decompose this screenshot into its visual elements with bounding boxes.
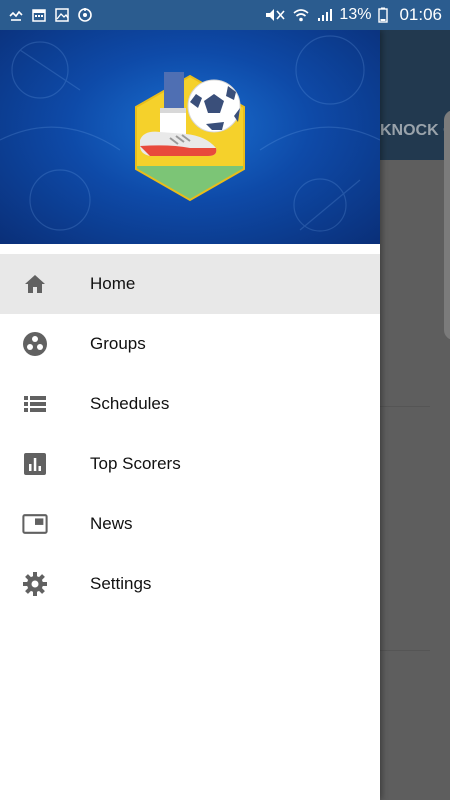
navigation-drawer: Home Groups Schedules Top Scorers News S… bbox=[0, 30, 380, 800]
system-icons: 13% 01:06 bbox=[264, 5, 442, 25]
battery-icon bbox=[378, 7, 389, 23]
calendar-icon bbox=[32, 9, 46, 22]
menu-label-schedules: Schedules bbox=[90, 394, 170, 413]
menu-label-top-scorers: Top Scorers bbox=[90, 454, 181, 473]
menu-item-groups[interactable]: Groups bbox=[0, 314, 380, 374]
groups-icon bbox=[22, 331, 48, 357]
home-icon bbox=[22, 271, 48, 297]
tab-knockout: KNOCK OUT bbox=[380, 122, 450, 139]
bar-chart-icon bbox=[22, 451, 48, 477]
app-logo bbox=[135, 72, 245, 202]
menu-item-top-scorers[interactable]: Top Scorers bbox=[0, 434, 380, 494]
divider bbox=[380, 650, 430, 651]
menu-item-schedules[interactable]: Schedules bbox=[0, 374, 380, 434]
image-icon bbox=[55, 8, 69, 22]
mute-icon bbox=[266, 9, 286, 21]
list-icon bbox=[22, 391, 48, 417]
divider bbox=[380, 406, 430, 407]
news-icon bbox=[22, 511, 48, 537]
sync-icon bbox=[78, 8, 92, 22]
menu-label-groups: Groups bbox=[90, 334, 146, 353]
drawer-menu: Home Groups Schedules Top Scorers News S… bbox=[0, 254, 380, 614]
menu-item-home[interactable]: Home bbox=[0, 254, 380, 314]
notification-icons bbox=[8, 7, 93, 23]
wifi-icon bbox=[293, 9, 309, 22]
menu-label-home: Home bbox=[90, 274, 136, 293]
gear-icon bbox=[22, 571, 48, 597]
menu-label-settings: Settings bbox=[90, 574, 152, 593]
battery-percent: 13% bbox=[339, 6, 372, 23]
menu-item-settings[interactable]: Settings bbox=[0, 554, 380, 614]
menu-item-news[interactable]: News bbox=[0, 494, 380, 554]
background-card-edge bbox=[444, 110, 450, 340]
status-bar: 13% 01:06 bbox=[0, 0, 450, 30]
drawer-header bbox=[0, 30, 380, 244]
menu-label-news: News bbox=[90, 514, 133, 533]
signal-icon bbox=[318, 9, 333, 21]
clock-time: 01:06 bbox=[399, 5, 442, 24]
download-icon bbox=[9, 10, 23, 21]
